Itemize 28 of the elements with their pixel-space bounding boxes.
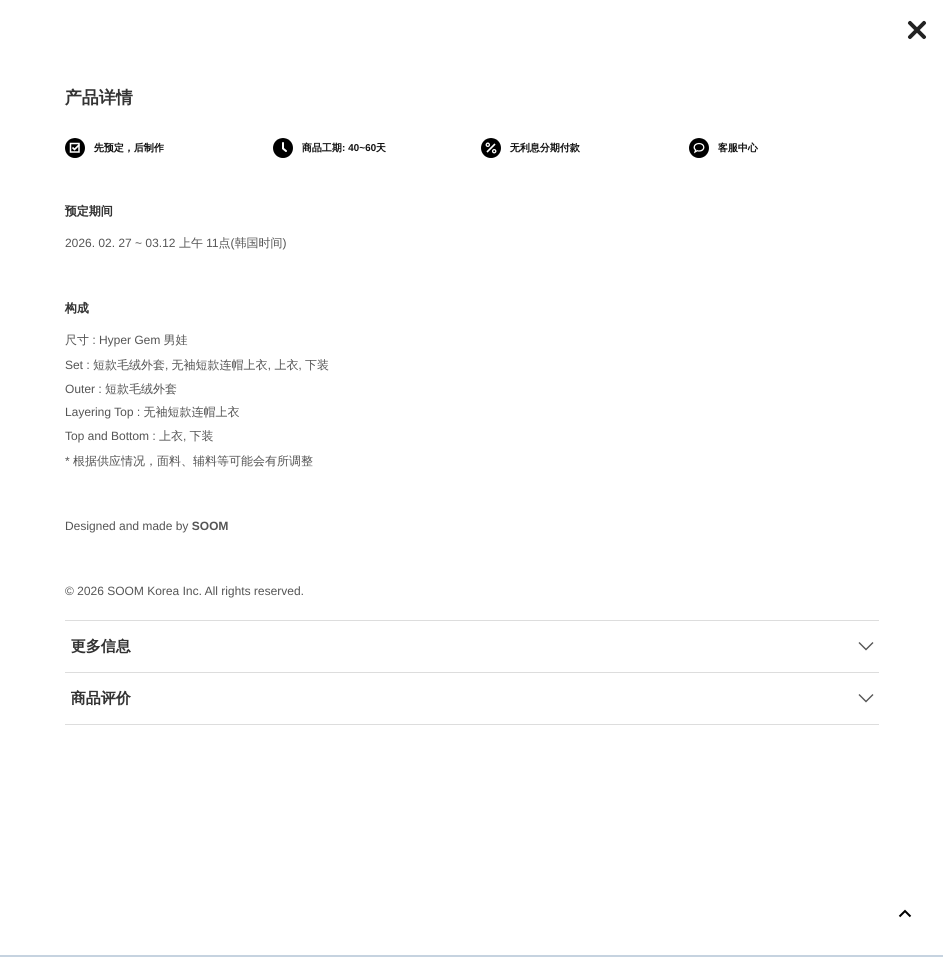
copyright-text: © 2026 SOOM Korea Inc. All rights reserved. <box>65 582 305 598</box>
feature-label: 先预定，后制作 <box>94 141 164 155</box>
composition-item: Set : 短款毛绒外套, 无袖短款连帽上衣, 上衣, 下装 <box>65 357 330 373</box>
credit-text: Designed and made by SOOM <box>65 518 230 534</box>
feature-label: 客服中心 <box>718 141 758 155</box>
composition-item: Outer : 短款毛绒外套 <box>65 380 178 396</box>
section-heading: 构成 <box>65 300 90 316</box>
accordion-header[interactable]: 更多信息 <box>65 620 879 672</box>
section-heading: 预定期间 <box>65 203 114 219</box>
percent-icon <box>481 138 501 158</box>
chevron-icon <box>858 641 874 651</box>
feature-label: 无利息分期付款 <box>510 142 580 155</box>
accordion-header[interactable]: 商品评价 <box>65 672 879 724</box>
chevron-icon <box>858 693 874 703</box>
page-title: 产品详情 <box>65 87 134 109</box>
composition-item: Layering Top : 无袖短款连帽上衣 <box>65 404 240 420</box>
size-text: 尺寸 : Hyper Gem 男娃 <box>65 332 189 348</box>
clock-icon <box>273 138 293 158</box>
close-button[interactable] <box>907 20 927 40</box>
close-icon <box>907 20 927 40</box>
feature-label: 商品工期: 40~60天 <box>302 141 386 155</box>
checkbox-icon <box>65 138 85 158</box>
preorder-period: 2026. 02. 27 ~ 03.12 上午 11点(韩国时间) <box>65 235 288 251</box>
chevron-up-icon <box>898 909 912 918</box>
scroll-top-button[interactable] <box>898 909 912 918</box>
composition-item: Top and Bottom : 上衣, 下装 <box>65 428 215 444</box>
chat-bubble-icon <box>689 138 709 158</box>
note-text: * 根据供应情况，面料、辅料等可能会有所调整 <box>65 452 314 468</box>
